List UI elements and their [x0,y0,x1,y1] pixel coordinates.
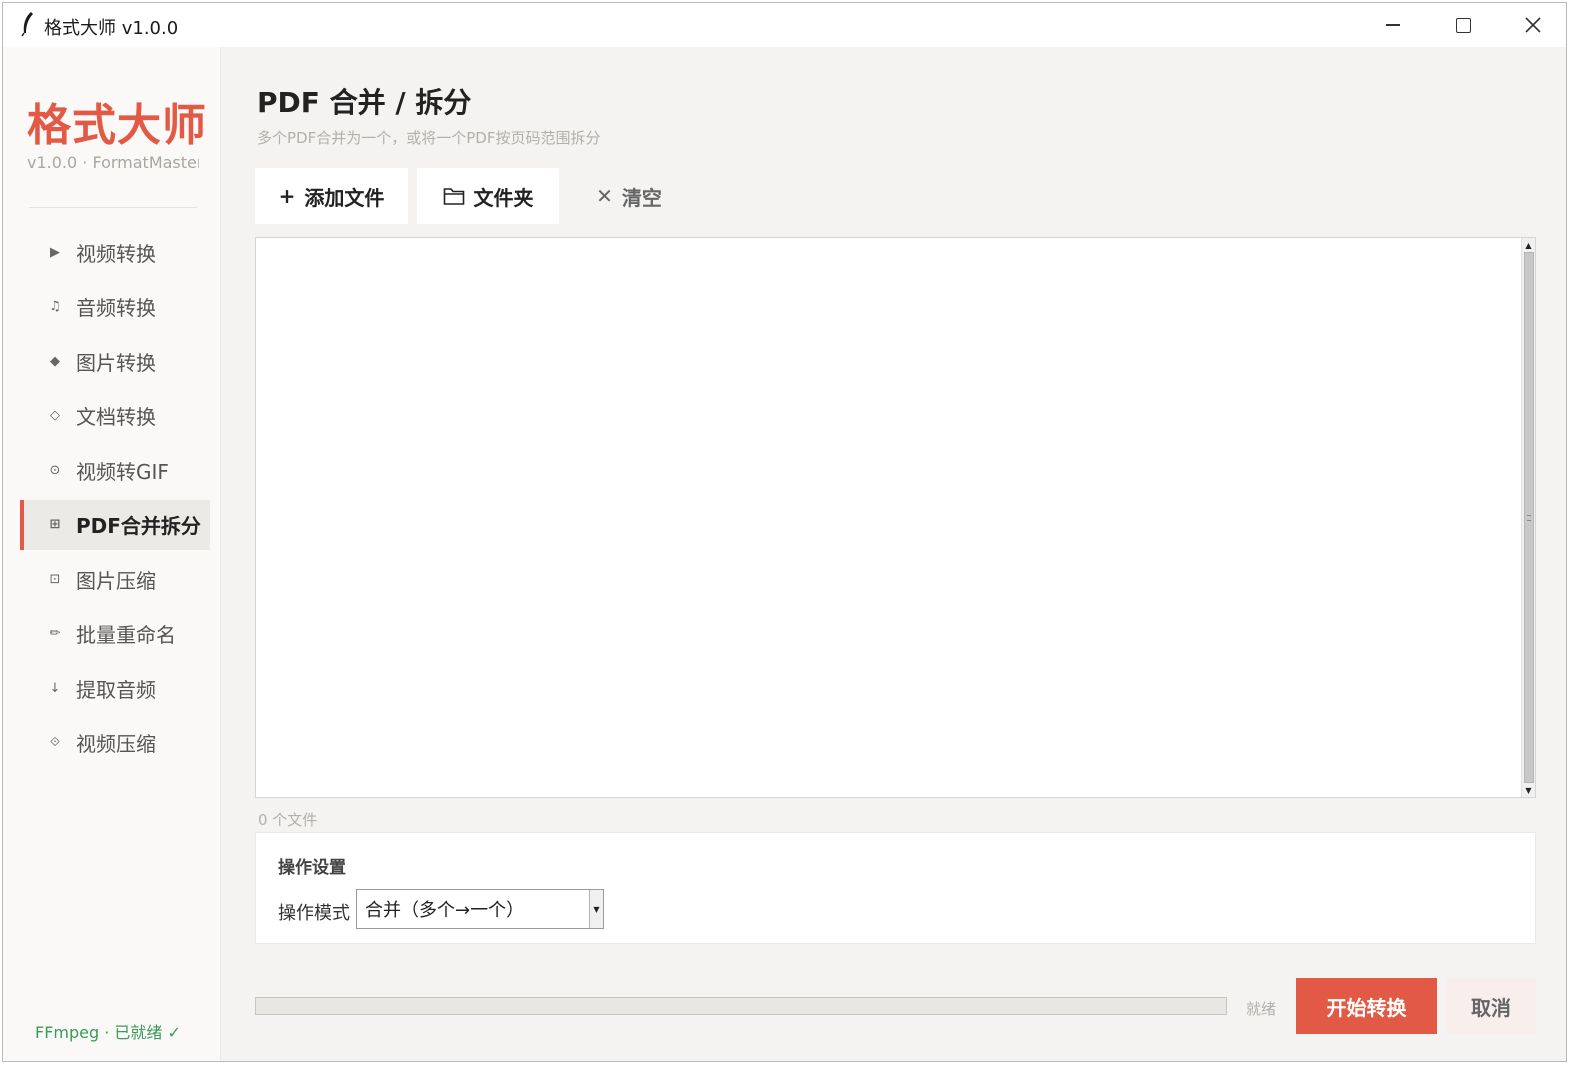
sidebar-item-5[interactable]: ⊞ PDF合并拆分 [20,499,210,550]
sidebar-item-label: 图片压缩 [76,568,156,593]
ffmpeg-status: FFmpeg · 已就绪 ✓ [35,1023,181,1042]
folder-label: 文件夹 [473,185,534,210]
clear-button[interactable]: ✕ 清空 [574,168,684,224]
sidebar-item-8[interactable]: ↓ 提取音频 [20,663,210,713]
sidebar-item-label: 图片转换 [76,350,156,375]
nav-item-icon: ⟐ [49,735,61,750]
sidebar-item-1[interactable]: ♫ 音频转换 [20,282,210,332]
sidebar-item-label: 视频转换 [76,241,156,266]
mode-select-value: 合并（多个→一个） [365,900,525,921]
progress-bar [255,997,1227,1015]
sidebar-nav: ▶ 视频转换 ♫ 音频转换 ◆ 图片转换 ◇ 文档转换 ⊙ 视频转GIF ⊞ PDF合并拆分 ⊡ 图片压缩… [20,227,210,772]
main-panel: PDF 合并 / 拆分 多个PDF合并为一个，或将一个PDF按页码范围拆分 + … [222,47,1566,1061]
minimize-icon [1386,24,1400,26]
brand-version: v1.0.0 · FormatMaster [27,153,199,172]
settings-title: 操作设置 [278,858,346,878]
sidebar: 格式大师 v1.0.0 · FormatMaster ▶ 视频转换 ♫ 音频转换 ◆ 图片… [3,47,221,1061]
sidebar-item-label: 批量重命名 [76,623,176,647]
add-file-button[interactable]: + 添加文件 [255,168,408,224]
settings-panel: 操作设置 操作模式 合并（多个→一个） ▼ [255,832,1536,944]
nav-item-icon: ▶ [50,244,60,260]
clear-label: 清空 [621,185,662,210]
sidebar-item-2[interactable]: ◆ 图片转换 [20,336,210,386]
scroll-thumb[interactable] [1524,252,1534,783]
nav-item-icon: ⊞ [49,517,61,532]
file-list-scrollbar[interactable]: ▲ ▼ [1521,238,1535,797]
sidebar-item-label: PDF合并拆分 [76,514,201,538]
nav-item-icon: ◇ [50,408,60,423]
nav-item-icon: ♫ [49,299,61,314]
sidebar-item-7[interactable]: ✏ 批量重命名 [20,609,210,659]
status-text: 就绪 [1246,1000,1277,1018]
sidebar-item-4[interactable]: ⊙ 视频转GIF [20,445,210,495]
close-icon [1525,17,1541,33]
sidebar-item-label: 提取音频 [76,677,156,702]
sidebar-item-label: 音频转换 [76,296,156,320]
sidebar-item-3[interactable]: ◇ 文档转换 [20,391,210,441]
minimize-button[interactable] [1358,3,1428,47]
nav-item-icon: ⊙ [49,462,61,478]
file-list[interactable]: ▲ ▼ [255,237,1536,798]
page-subtitle: 多个PDF合并为一个，或将一个PDF按页码范围拆分 [257,129,601,147]
title-bar: 格式大师 v1.0.0 [3,3,1566,47]
scroll-up-icon[interactable]: ▲ [1522,238,1535,252]
file-count: 0 个文件 [258,811,318,829]
nav-item-icon: ⊡ [49,571,61,587]
maximize-icon [1455,17,1471,33]
folder-icon [443,186,465,206]
nav-item-icon: ✏ [49,626,61,641]
maximize-button[interactable] [1428,3,1498,47]
app-window: 格式大师 v1.0.0 格式大师 v1.0.0 · FormatMaster ▶… [2,2,1567,1062]
cancel-button[interactable]: 取消 [1446,978,1536,1034]
close-button[interactable] [1498,3,1566,47]
feather-icon [21,12,33,37]
mode-select[interactable]: 合并（多个→一个） ▼ [356,889,604,929]
brand-logo-text: 格式大师 [27,100,207,151]
nav-item-icon: ◆ [50,353,60,369]
scroll-down-icon[interactable]: ▼ [1522,783,1535,797]
sidebar-item-label: 文档转换 [76,405,156,429]
start-convert-button[interactable]: 开始转换 [1296,978,1437,1034]
plus-icon: + [278,184,296,208]
clear-icon: ✕ [596,184,613,208]
window-title: 格式大师 v1.0.0 [44,18,179,39]
chevron-down-icon[interactable]: ▼ [589,890,603,928]
add-file-label: 添加文件 [304,185,385,210]
scroll-grip-icon [1527,515,1531,521]
mode-label: 操作模式 [278,903,350,924]
sidebar-item-9[interactable]: ⟐ 视频压缩 [20,718,210,768]
add-folder-button[interactable]: 文件夹 [417,168,559,224]
page-title: PDF 合并 / 拆分 [257,86,472,119]
sidebar-item-label: 视频压缩 [76,732,156,756]
sidebar-divider [29,207,197,208]
nav-item-icon: ↓ [49,680,61,696]
sidebar-item-0[interactable]: ▶ 视频转换 [20,227,210,277]
sidebar-item-6[interactable]: ⊡ 图片压缩 [20,554,210,604]
sidebar-item-label: 视频转GIF [76,459,169,484]
